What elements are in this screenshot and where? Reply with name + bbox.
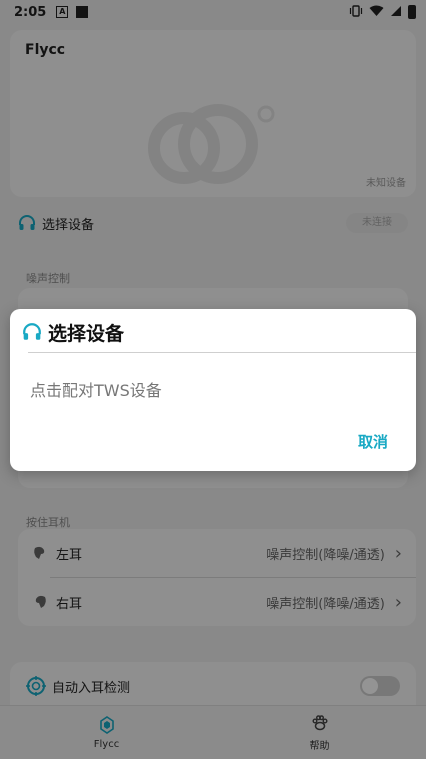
cancel-button[interactable]: 取消 xyxy=(358,431,388,452)
dialog-header: 选择设备 xyxy=(22,319,124,345)
headphones-icon xyxy=(23,323,41,340)
dialog-title: 选择设备 xyxy=(48,322,125,345)
dialog-message[interactable]: 点击配对TWS设备 xyxy=(30,377,162,401)
select-device-dialog: 选择设备 点击配对TWS设备 取消 xyxy=(10,309,416,471)
dialog-divider xyxy=(28,352,416,353)
